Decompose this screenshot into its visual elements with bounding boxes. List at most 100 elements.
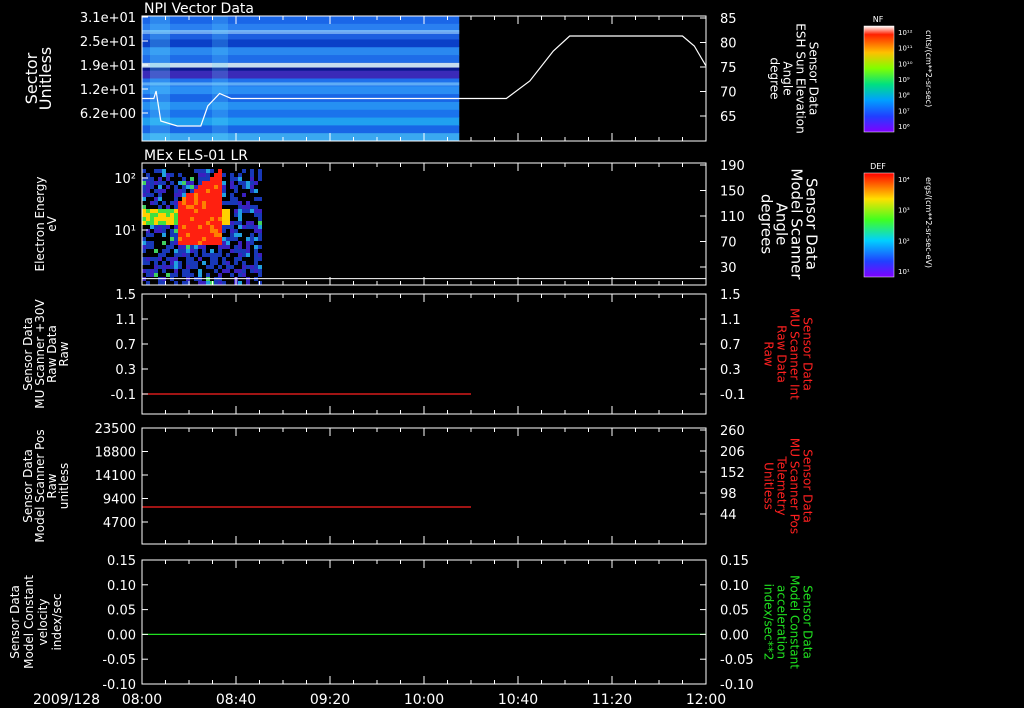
- y-tick-label: 9400: [103, 493, 136, 508]
- heatmap-cell: [170, 261, 174, 265]
- y-tick-label: -0.05: [102, 653, 136, 668]
- axis-title-line: velocity: [36, 599, 50, 646]
- heatmap-cell: [166, 185, 170, 189]
- y-tick-label: 1.2e+01: [80, 83, 136, 98]
- heatmap-cell: [154, 257, 158, 261]
- heatmap-cell: [254, 225, 258, 229]
- heatmap-cell: [234, 209, 238, 213]
- heatmap-cell: [182, 245, 186, 249]
- heatmap-cell: [150, 225, 154, 229]
- heatmap-cell: [246, 253, 250, 257]
- heatmap-cell: [238, 253, 242, 257]
- heatmap-cell: [142, 181, 146, 185]
- heatmap-cell: [234, 229, 238, 233]
- heatmap-cell: [178, 221, 182, 225]
- heatmap-cell: [246, 205, 250, 209]
- heatmap-cell: [190, 193, 194, 197]
- heatmap-cell: [142, 241, 146, 245]
- heatmap-cell: [158, 189, 162, 193]
- y-tick-label: 0.05: [107, 604, 136, 619]
- heatmap-cell: [246, 221, 250, 225]
- heatmap-cell: [170, 273, 174, 277]
- heatmap-cell: [214, 209, 218, 213]
- heatmap-cell: [218, 185, 222, 189]
- heatmap-cell: [178, 237, 182, 241]
- heatmap-cell: [174, 269, 178, 273]
- heatmap-cell: [222, 281, 226, 285]
- heatmap-cell: [250, 173, 254, 177]
- heatmap-cell: [250, 241, 254, 245]
- heatmap-cell: [186, 237, 190, 241]
- y-tick-label: 80: [720, 37, 737, 52]
- y-tick-label: 3.1e+01: [80, 11, 136, 26]
- heatmap-cell: [174, 261, 178, 265]
- heatmap-cell: [238, 241, 242, 245]
- y-tick-label: 0.00: [720, 628, 749, 643]
- heatmap-cell: [206, 265, 210, 269]
- heatmap-cell: [174, 225, 178, 229]
- heatmap-cell: [234, 257, 238, 261]
- heatmap-cell: [190, 273, 194, 277]
- heatmap-cell: [218, 213, 222, 217]
- heatmap-cell: [142, 249, 146, 253]
- heatmap-cell: [210, 237, 214, 241]
- heatmap-cell: [194, 237, 198, 241]
- heatmap-cell: [222, 245, 226, 249]
- heatmap-cell: [202, 217, 206, 221]
- heatmap-cell: [178, 173, 182, 177]
- heatmap-cell: [198, 257, 202, 261]
- heatmap-cell: [210, 197, 214, 201]
- heatmap-cell: [230, 201, 234, 205]
- heatmap-cell: [146, 269, 150, 273]
- right-axis-title: Sensor DataModel Constantaccelerationind…: [762, 575, 815, 669]
- heatmap-cell: [174, 281, 178, 285]
- heatmap-cell: [234, 237, 238, 241]
- heatmap-cell: [218, 177, 222, 181]
- heatmap-cell: [178, 193, 182, 197]
- heatmap-cell: [242, 249, 246, 253]
- heatmap-cell: [178, 249, 182, 253]
- heatmap-cell: [174, 193, 178, 197]
- heatmap-cell: [242, 265, 246, 269]
- heatmap-cell: [198, 269, 202, 273]
- heatmap-cell: [234, 201, 238, 205]
- y-tick-label: 0.15: [720, 554, 749, 569]
- heatmap-cell: [238, 245, 242, 249]
- heatmap-cell: [250, 233, 254, 237]
- heatmap-cell: [162, 265, 166, 269]
- y-tick-label: 190: [720, 159, 745, 174]
- heatmap-cell: [194, 229, 198, 233]
- heatmap-cell: [214, 173, 218, 177]
- heatmap-cell: [222, 193, 226, 197]
- heatmap-cell: [250, 265, 254, 269]
- heatmap-cell: [198, 185, 202, 189]
- heatmap-cell: [178, 201, 182, 205]
- heatmap-cell: [250, 177, 254, 181]
- heatmap-cell: [182, 185, 186, 189]
- heatmap-cell: [218, 169, 222, 173]
- y-tick-label: 206: [720, 445, 745, 460]
- heatmap-cell: [186, 269, 190, 273]
- heatmap-cell: [198, 237, 202, 241]
- colorbar-tick-label: 10⁹: [898, 76, 910, 84]
- heatmap-cell: [230, 193, 234, 197]
- heatmap-cell: [170, 237, 174, 241]
- heatmap-cell: [186, 221, 190, 225]
- heatmap-cell: [150, 193, 154, 197]
- heatmap-cell: [170, 241, 174, 245]
- y-tick-label: -0.1: [720, 388, 745, 403]
- heatmap-cell: [154, 197, 158, 201]
- heatmap-cell: [202, 205, 206, 209]
- heatmap-cell: [254, 257, 258, 261]
- heatmap-cell: [238, 173, 242, 177]
- heatmap-cell: [194, 169, 198, 173]
- heatmap-cell: [162, 249, 166, 253]
- heatmap-cell: [206, 281, 210, 285]
- panel-frame: [141, 427, 707, 545]
- heatmap-cell: [206, 241, 210, 245]
- heatmap-cell: [210, 193, 214, 197]
- heatmap-cell: [178, 261, 182, 265]
- heatmap-cell: [182, 241, 186, 245]
- heatmap-cell: [198, 169, 202, 173]
- y-tick-label: -0.05: [720, 653, 754, 668]
